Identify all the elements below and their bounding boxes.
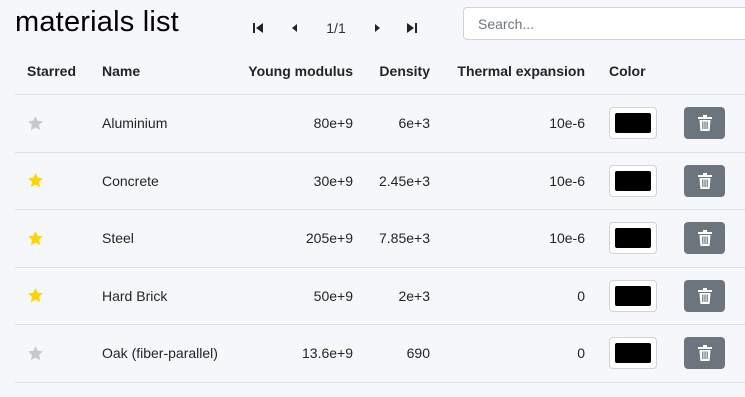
column-header-color: Color — [609, 63, 646, 79]
star-icon[interactable] — [27, 345, 44, 362]
table-row: Hard Brick 50e+9 2e+3 0 — [15, 268, 745, 325]
column-header-name[interactable]: Name — [102, 63, 242, 79]
density-value: 6e+3 — [398, 115, 430, 132]
material-name: Oak (fiber-parallel) — [102, 345, 218, 362]
table-row: Steel 205e+9 7.85e+3 10e-6 — [15, 210, 745, 268]
color-picker[interactable] — [609, 337, 657, 370]
material-name: Aluminium — [102, 115, 168, 132]
color-fill — [615, 285, 651, 306]
search-input[interactable] — [463, 7, 745, 40]
table-header: Starred Name Young modulus Density Therm… — [15, 48, 745, 95]
delete-button[interactable] — [684, 337, 725, 370]
trash-icon — [697, 345, 712, 362]
delete-button[interactable] — [684, 222, 725, 255]
delete-button[interactable] — [684, 279, 725, 312]
color-picker[interactable] — [609, 222, 657, 255]
young-modulus-value: 80e+9 — [313, 115, 353, 132]
skip-to-first-icon — [253, 23, 263, 33]
column-header-density[interactable]: Density — [353, 63, 430, 79]
material-name: Steel — [102, 230, 134, 247]
column-header-starred[interactable]: Starred — [15, 63, 102, 79]
density-value: 2.45e+3 — [379, 172, 430, 189]
young-modulus-value: 13.6e+9 — [302, 345, 353, 362]
material-name: Hard Brick — [102, 287, 168, 304]
materials-table: Starred Name Young modulus Density Therm… — [15, 48, 745, 383]
trash-icon — [697, 172, 712, 189]
color-picker[interactable] — [609, 279, 657, 312]
pagination: 1/1 — [246, 14, 424, 42]
skip-to-last-icon — [407, 23, 417, 33]
table-row: Concrete 30e+9 2.45e+3 10e-6 — [15, 153, 745, 210]
color-fill — [615, 170, 651, 191]
trash-icon — [697, 287, 712, 304]
delete-button[interactable] — [684, 164, 725, 197]
previous-page-button[interactable] — [282, 14, 306, 42]
last-page-button[interactable] — [400, 14, 424, 42]
star-icon[interactable] — [27, 115, 44, 132]
thermal-expansion-value: 0 — [577, 287, 585, 304]
chevron-right-icon — [375, 24, 380, 32]
density-value: 2e+3 — [398, 287, 430, 304]
thermal-expansion-value: 10e-6 — [549, 172, 585, 189]
thermal-expansion-value: 0 — [577, 345, 585, 362]
density-value: 7.85e+3 — [379, 230, 430, 247]
next-page-button[interactable] — [366, 14, 390, 42]
column-header-thermal-expansion[interactable]: Thermal expansion — [430, 63, 585, 79]
delete-button[interactable] — [684, 107, 725, 140]
table-row: Oak (fiber-parallel) 13.6e+9 690 0 — [15, 325, 745, 383]
color-fill — [615, 343, 651, 364]
young-modulus-value: 205e+9 — [305, 230, 353, 247]
thermal-expansion-value: 10e-6 — [549, 115, 585, 132]
thermal-expansion-value: 10e-6 — [549, 230, 585, 247]
young-modulus-value: 50e+9 — [313, 287, 353, 304]
star-icon[interactable] — [27, 230, 44, 247]
color-picker[interactable] — [609, 107, 657, 140]
chevron-left-icon — [292, 24, 297, 32]
density-value: 690 — [406, 345, 430, 362]
first-page-button[interactable] — [246, 14, 270, 42]
color-picker[interactable] — [609, 164, 657, 197]
color-fill — [615, 228, 651, 249]
trash-icon — [697, 115, 712, 132]
trash-icon — [697, 230, 712, 247]
table-row: Aluminium 80e+9 6e+3 10e-6 — [15, 95, 745, 153]
young-modulus-value: 30e+9 — [313, 172, 353, 189]
star-icon[interactable] — [27, 287, 44, 304]
page-title: materials list — [15, 6, 179, 38]
page-indicator: 1/1 — [326, 20, 346, 36]
star-icon[interactable] — [27, 172, 44, 189]
column-header-young-modulus[interactable]: Young modulus — [242, 63, 353, 79]
material-name: Concrete — [102, 172, 159, 189]
color-fill — [615, 113, 651, 134]
